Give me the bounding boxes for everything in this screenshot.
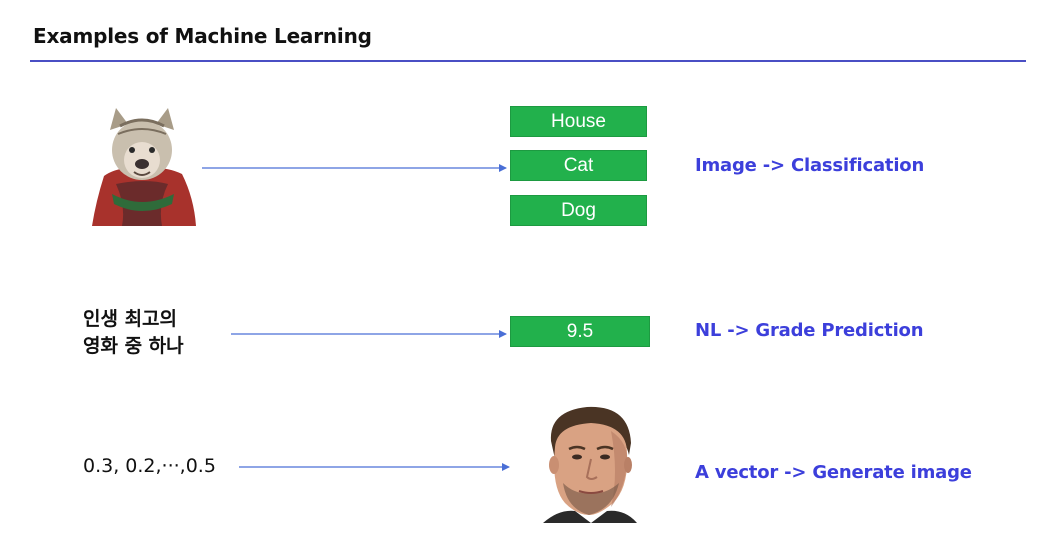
output-box-house: House [510, 106, 647, 137]
man-face-icon [533, 403, 645, 523]
label-vector-generate-image: A vector -> Generate image [695, 462, 972, 483]
dog-in-costume-icon [86, 106, 198, 230]
vector-input-text: 0.3, 0.2,···,0.5 [83, 455, 216, 477]
label-nl-grade-prediction: NL -> Grade Prediction [695, 320, 924, 341]
korean-review-line1: 인생 최고의 [83, 308, 178, 330]
output-box-cat: Cat [510, 150, 647, 181]
slide: Examples of Machine Learning House Cat D… [0, 0, 1059, 534]
label-image-classification: Image -> Classification [695, 155, 925, 176]
output-box-grade: 9.5 [510, 316, 650, 347]
korean-review-line2: 영화 중 하나 [83, 335, 184, 357]
output-box-dog: Dog [510, 195, 647, 226]
